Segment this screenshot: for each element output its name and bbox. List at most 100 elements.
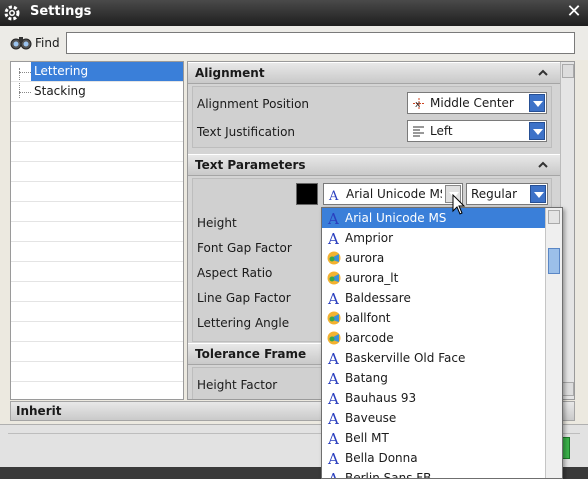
find-row: Find (0, 26, 588, 60)
font-select-value: Arial Unicode MS (346, 187, 442, 201)
font-list-item[interactable]: A Batang (322, 368, 546, 388)
truetype-A-icon: A (327, 230, 339, 246)
line-gap-factor-label: Line Gap Factor (197, 291, 291, 305)
svg-text:x: x (415, 100, 421, 110)
scroll-thumb[interactable] (548, 248, 560, 274)
aspect-ratio-label: Aspect Ratio (197, 266, 273, 280)
font-gap-factor-label: Font Gap Factor (197, 241, 292, 255)
dropdown-arrow-icon[interactable] (529, 94, 545, 112)
font-list-item[interactable]: barcode (322, 328, 546, 348)
close-button[interactable]: ✕ (564, 2, 584, 22)
font-name: Batang (345, 371, 388, 385)
inherit-label: Inherit (16, 404, 62, 418)
tree-row (11, 122, 183, 142)
svg-text:A: A (327, 410, 339, 426)
title-bar: Settings ✕ (0, 0, 588, 26)
font-list-item[interactable]: A Berlin Sans FB (322, 468, 546, 479)
font-name: ballfont (345, 311, 391, 325)
truetype-A-icon: A (327, 210, 339, 226)
find-label: Find (35, 36, 60, 50)
truetype-A-icon: A (327, 390, 339, 406)
truetype-A-icon: A (327, 350, 339, 366)
nx-font-icon (327, 251, 341, 265)
font-list-item[interactable]: aurora (322, 248, 546, 268)
tree-row (11, 362, 183, 382)
text-parameters-header-label: Text Parameters (195, 158, 306, 172)
font-list-item[interactable]: A Amprior (322, 228, 546, 248)
font-list-item[interactable]: A Bella Donna (322, 448, 546, 468)
height-factor-label: Height Factor (197, 378, 278, 392)
text-justification-select[interactable]: Left (407, 120, 547, 142)
font-list-item[interactable]: A Bauhaus 93 (322, 388, 546, 408)
font-list-item[interactable]: A Baskerville Old Face (322, 348, 546, 368)
tree-row (11, 202, 183, 222)
tree-row (11, 102, 183, 122)
font-list-scrollbar[interactable] (545, 208, 562, 478)
text-parameters-section-header[interactable]: Text Parameters (188, 154, 560, 176)
text-justification-value: Left (430, 124, 453, 138)
truetype-A-icon: A (327, 290, 339, 306)
scroll-down-icon[interactable] (562, 382, 574, 396)
truetype-A-icon: A (327, 370, 339, 386)
font-dropdown-list[interactable]: A Arial Unicode MS A Amprior aurora auro… (321, 207, 563, 479)
tree-row (11, 262, 183, 282)
tree-item-lettering[interactable]: Lettering (31, 62, 183, 81)
svg-text:A: A (327, 230, 339, 246)
font-list-item[interactable]: aurora_lt (322, 268, 546, 288)
dropdown-arrow-icon[interactable] (529, 122, 545, 140)
font-style-value: Regular (471, 187, 518, 201)
scroll-up-icon[interactable] (548, 210, 560, 224)
tree-row (11, 142, 183, 162)
tree-row: Lettering (11, 62, 183, 82)
alignment-section-header[interactable]: Alignment (188, 62, 560, 84)
category-tree: Lettering Stacking (10, 61, 184, 400)
svg-text:A: A (327, 470, 339, 479)
tree-row (11, 182, 183, 202)
tree-row (11, 222, 183, 242)
font-list-item[interactable]: A Arial Unicode MS (322, 208, 546, 228)
tree-row (11, 322, 183, 342)
font-list-item[interactable]: A Baveuse (322, 408, 546, 428)
truetype-A-icon: A (328, 189, 339, 201)
chevron-up-icon[interactable] (536, 158, 550, 172)
window-title: Settings (30, 4, 92, 19)
font-list-item[interactable]: A Bell MT (322, 428, 546, 448)
middle-center-icon: x (413, 98, 425, 110)
svg-text:A: A (327, 450, 339, 466)
binoculars-icon (10, 37, 32, 50)
truetype-A-icon: A (327, 430, 339, 446)
text-justification-label: Text Justification (197, 125, 296, 139)
font-name: Berlin Sans FB (345, 471, 432, 479)
tolerance-frame-header-label: Tolerance Frame (195, 347, 307, 361)
tree-item-stacking[interactable]: Stacking (31, 82, 89, 101)
mouse-cursor-icon (452, 194, 466, 215)
find-input[interactable] (66, 32, 575, 54)
chevron-up-icon[interactable] (536, 66, 550, 80)
svg-text:A: A (327, 210, 339, 226)
svg-text:A: A (327, 290, 339, 306)
lettering-angle-label: Lettering Angle (197, 316, 290, 330)
alignment-group: Alignment Position x Middle Center Text … (192, 86, 552, 148)
font-select[interactable]: A Arial Unicode MS (323, 183, 463, 205)
height-label: Height (197, 216, 237, 230)
font-name: Baskerville Old Face (345, 351, 466, 365)
font-name: barcode (345, 331, 394, 345)
dropdown-arrow-icon[interactable] (530, 185, 546, 203)
gear-icon[interactable] (3, 4, 21, 22)
tree-row (11, 162, 183, 182)
font-list-item[interactable]: A Baldessare (322, 288, 546, 308)
font-name: Baveuse (345, 411, 397, 425)
alignment-position-select[interactable]: x Middle Center (407, 92, 547, 114)
font-list-item[interactable]: ballfont (322, 308, 546, 328)
font-style-select[interactable]: Regular (466, 183, 548, 205)
svg-text:A: A (327, 390, 339, 406)
truetype-A-icon: A (327, 450, 339, 466)
text-color-swatch[interactable] (296, 183, 318, 205)
svg-text:A: A (327, 370, 339, 386)
tree-row: Stacking (11, 82, 183, 102)
scroll-up-icon[interactable] (562, 64, 574, 78)
tree-row (11, 282, 183, 302)
alignment-position-label: Alignment Position (197, 97, 310, 111)
font-name: Bella Donna (345, 451, 418, 465)
alignment-position-value: Middle Center (430, 96, 514, 110)
